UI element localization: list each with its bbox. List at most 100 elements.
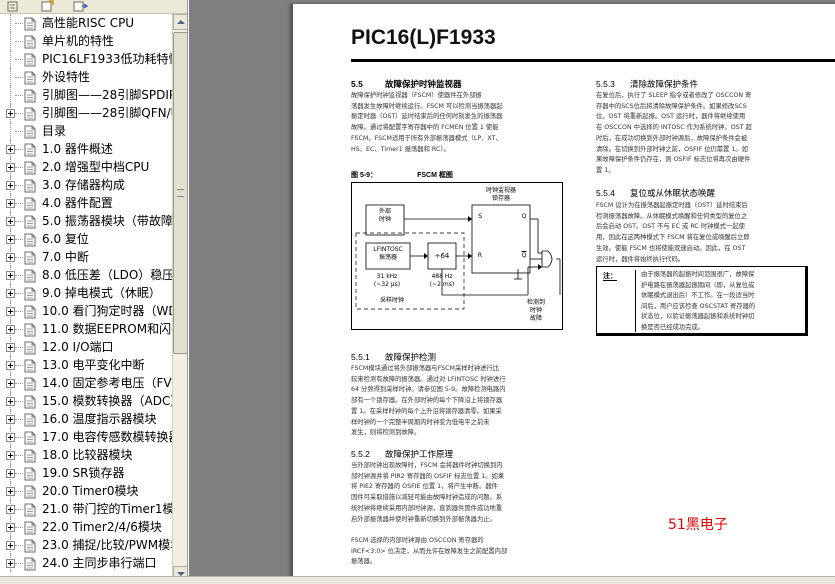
text-line: 清除。在切换到外部时钟之前，OSFIF 位仍需置 1。如 — [596, 145, 749, 153]
expand-plus-icon[interactable] — [6, 523, 15, 532]
bookmark-item[interactable]: 21.0 带门控的Timer1模块 — [0, 500, 172, 518]
expand-bookmark-icon[interactable] — [40, 0, 56, 13]
bookmark-item[interactable]: 5.0 振荡器模块（带故障 — [0, 212, 172, 230]
expand-plus-icon[interactable] — [6, 163, 15, 172]
expand-plus-icon[interactable] — [6, 325, 15, 334]
bookmark-item[interactable]: 15.0 模数转换器（ADC） — [0, 392, 172, 410]
bookmark-item[interactable]: 20.0 Timer0模块 — [0, 482, 172, 500]
expand-plus-icon[interactable] — [6, 541, 15, 550]
bookmark-item[interactable]: 9.0 掉电模式（休眠） — [0, 284, 172, 302]
expand-plus-icon[interactable] — [6, 343, 15, 352]
expand-plus-icon[interactable] — [6, 109, 15, 118]
bookmark-page-icon — [24, 34, 36, 49]
tree-connector — [15, 473, 23, 474]
bookmark-item[interactable]: 11.0 数据EEPROM和闪存 — [0, 320, 172, 338]
tree-connector — [15, 311, 23, 312]
bookmark-item[interactable]: 6.0 复位 — [0, 230, 172, 248]
bookmark-item[interactable]: 高性能RISC CPU — [0, 14, 172, 32]
expand-plus-icon[interactable] — [6, 379, 15, 388]
text-line: 64 分频得到采样时钟。请参见图 5-9。故障检测电路内 — [351, 386, 506, 394]
expand-plus-icon[interactable] — [6, 433, 15, 442]
bookmark-item[interactable]: 14.0 固定参考电压（FV — [0, 374, 172, 392]
bookmarks-scrollbar[interactable] — [172, 14, 187, 584]
tree-connector — [15, 257, 23, 258]
bookmark-page-icon — [24, 484, 36, 499]
expand-plus-icon[interactable] — [6, 451, 15, 460]
scroll-up-button[interactable] — [173, 14, 187, 30]
bookmark-page-icon — [24, 106, 36, 121]
bookmark-page-icon — [24, 268, 36, 283]
figure-label-monitor-latch: 时钟监视器 锁存器 — [485, 187, 516, 202]
bookmark-item[interactable]: 12.0 I/O端口 — [0, 338, 172, 356]
expand-plus-icon[interactable] — [6, 217, 15, 226]
expand-plus-icon[interactable] — [6, 361, 15, 370]
bookmark-item[interactable]: 1.0 器件概述 — [0, 140, 172, 158]
text-line: 在复位后，执行了 SLEEP 指令或者修改了 OSCCON 寄 — [596, 92, 752, 99]
expand-plus-icon[interactable] — [6, 181, 15, 190]
tree-connector — [10, 122, 11, 140]
tree-connector — [15, 563, 23, 564]
bookmark-item[interactable]: 目录 — [0, 122, 172, 140]
bookmark-label: 3.0 存储器构成 — [42, 178, 125, 192]
expand-plus-icon[interactable] — [6, 289, 15, 298]
tree-connector — [15, 221, 23, 222]
expand-plus-icon[interactable] — [6, 235, 15, 244]
bookmark-item[interactable]: 3.0 存储器构成 — [0, 176, 172, 194]
text-line: 休眠模式退出后）不工作。在一段适当时 — [641, 292, 755, 300]
bookmark-item[interactable]: 外设特性 — [0, 68, 172, 86]
bookmark-item[interactable]: PIC16LF1933低功耗特性 — [0, 50, 172, 68]
text-line: HS、EC、Timer1 振荡器和 RC）。 — [351, 145, 450, 153]
expand-plus-icon[interactable] — [6, 145, 15, 154]
bookmark-options-icon[interactable] — [6, 0, 22, 13]
bookmark-item[interactable]: 4.0 器件配置 — [0, 194, 172, 212]
tree-connector — [15, 59, 23, 60]
bookmark-item[interactable]: 引脚图——28引脚SPDIP — [0, 86, 172, 104]
bookmark-item[interactable]: 17.0 电容传感数模转换器 — [0, 428, 172, 446]
bookmark-label: 11.0 数据EEPROM和闪存 — [42, 322, 172, 336]
expand-plus-icon[interactable] — [6, 397, 15, 406]
expand-plus-icon[interactable] — [6, 505, 15, 514]
bookmark-item[interactable]: 7.0 中断 — [0, 248, 172, 266]
bookmark-item[interactable]: 8.0 低压差（LDO）稳压 — [0, 266, 172, 284]
bookmark-item[interactable]: 13.0 电平变化中断 — [0, 356, 172, 374]
section-heading-5-5-2: 5.5.2 故障保护工作原理 — [351, 449, 454, 459]
bookmark-item[interactable]: 10.0 看门狗定时器（WD — [0, 302, 172, 320]
figure-pin-q: Q — [521, 213, 527, 220]
bookmark-item[interactable]: 2.0 增强型中档CPU — [0, 158, 172, 176]
text-line: 换是否已经成功完成。 — [641, 323, 704, 331]
expand-plus-icon[interactable] — [6, 559, 15, 568]
bookmark-item[interactable]: 19.0 SR锁存器 — [0, 464, 172, 482]
tree-connector — [15, 329, 23, 330]
expand-plus-icon[interactable] — [6, 307, 15, 316]
bookmark-page-icon — [24, 466, 36, 481]
expand-plus-icon[interactable] — [6, 415, 15, 424]
bookmark-item[interactable]: 单片机的特性 — [0, 32, 172, 50]
new-bookmark-icon[interactable] — [72, 0, 88, 13]
bookmark-item[interactable]: 24.0 主同步串行端口 — [0, 554, 172, 572]
fscm-block-diagram: 时钟监视器 锁存器 外部 时钟 LFINTOSC 振荡器 ÷64 31 kHz (~32… — [351, 182, 563, 330]
text-line: 置 1。在采样时钟的每个上升沿将锁存器清零。如果采 — [351, 407, 502, 415]
bookmark-label: 14.0 固定参考电压（FV — [42, 376, 172, 390]
text-line: FSCM 选择的内部时钟源由 OSCCON 寄存器的 — [351, 536, 484, 544]
tree-connector — [15, 203, 23, 204]
expand-plus-icon[interactable] — [6, 469, 15, 478]
note-divider — [635, 270, 636, 332]
text-line: 样时钟的一个完整半周期内时钟变为低电平之前未 — [351, 418, 490, 426]
bookmark-item[interactable]: 引脚图——28引脚QFN/U — [0, 104, 172, 122]
document-view[interactable]: PIC16(L)F1933 5.5 故障保护时钟监视器 故障保护时钟监视器（FSC… — [189, 0, 835, 584]
bookmark-page-icon — [24, 286, 36, 301]
bookmark-item[interactable]: 22.0 Timer2/4/6模块 — [0, 518, 172, 536]
expand-plus-icon[interactable] — [6, 253, 15, 262]
expand-plus-icon[interactable] — [6, 199, 15, 208]
expand-plus-icon[interactable] — [6, 487, 15, 496]
bookmark-item[interactable]: 23.0 捕捉/比较/PWM模块 — [0, 536, 172, 554]
bookmark-item[interactable]: 16.0 温度指示器模块 — [0, 410, 172, 428]
bookmark-page-icon — [24, 358, 36, 373]
note-label-underline — [603, 280, 617, 281]
bookmark-page-icon — [24, 430, 36, 445]
bookmark-item[interactable]: 18.0 比较器模块 — [0, 446, 172, 464]
scroll-thumb[interactable] — [173, 32, 187, 354]
expand-plus-icon[interactable] — [6, 271, 15, 280]
tree-connector — [15, 149, 23, 150]
bookmark-label: PIC16LF1933低功耗特性 — [42, 52, 172, 66]
